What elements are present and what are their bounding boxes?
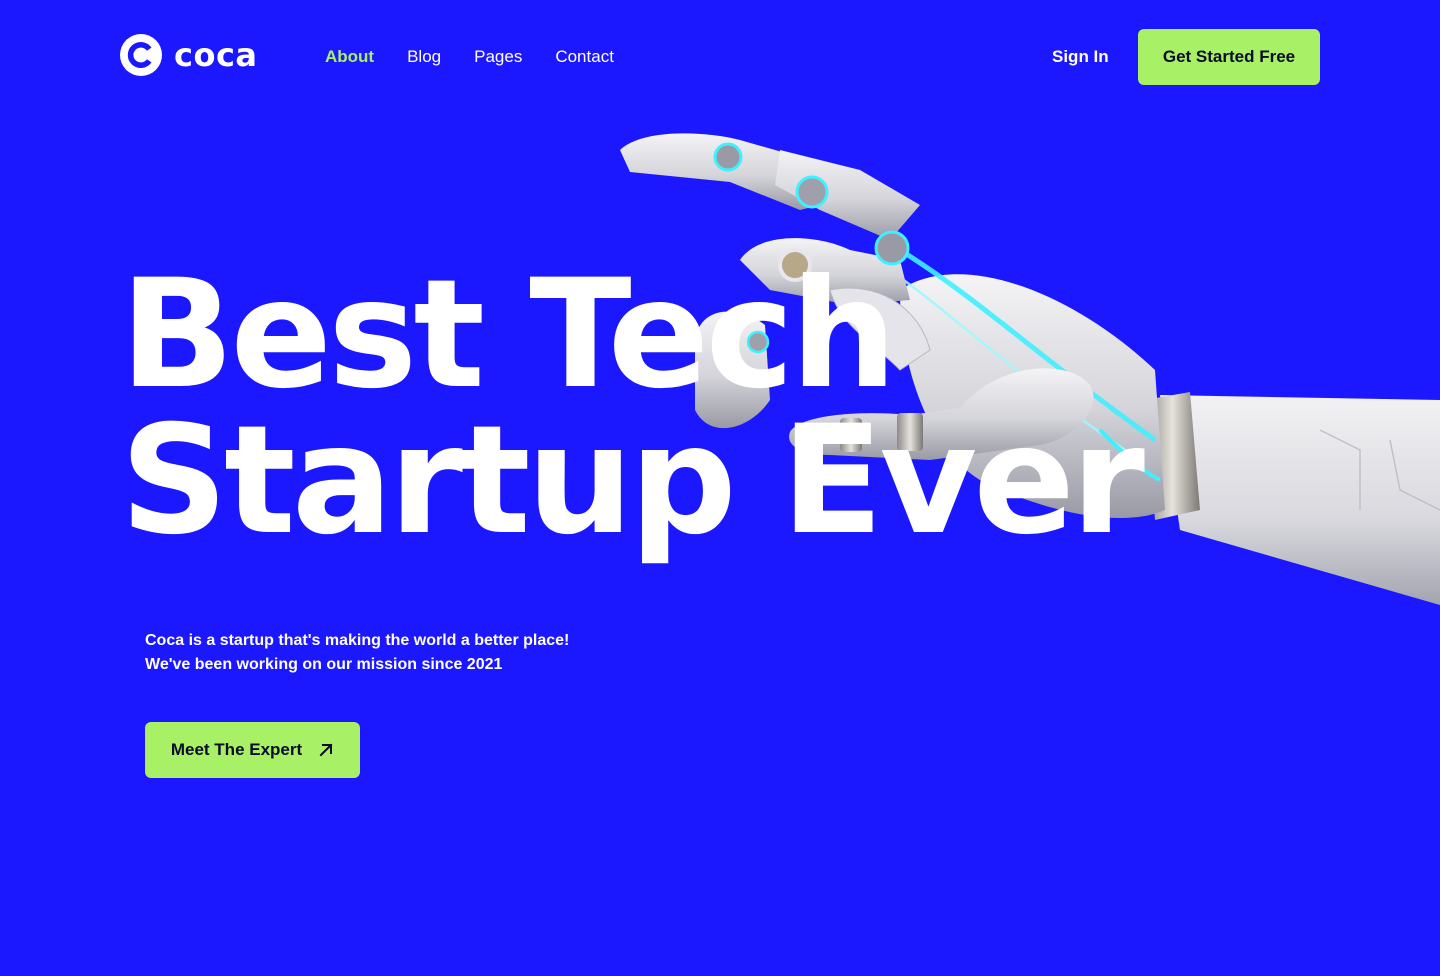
hero-subtitle-line-2: We've been working on our mission since …	[145, 656, 503, 673]
main-nav: About Blog Pages Contact	[325, 46, 614, 68]
meet-the-expert-label: Meet The Expert	[170, 740, 303, 759]
hero-title: Best Tech Startup Ever	[120, 248, 1145, 568]
arrow-up-right-icon	[319, 743, 333, 757]
nav-link-about[interactable]: About	[325, 46, 374, 68]
meet-the-expert-button[interactable]: Meet The Expert	[145, 722, 360, 778]
c-logo-icon	[120, 34, 162, 76]
sign-in-link[interactable]: Sign In	[1052, 46, 1109, 68]
get-started-button[interactable]: Get Started Free	[1138, 29, 1320, 85]
nav-link-contact[interactable]: Contact	[555, 46, 614, 68]
hero-title-line-2: Startup Ever	[120, 394, 1145, 568]
hero-subtitle-line-1: Coca is a startup that's making the worl…	[145, 632, 570, 649]
nav-link-blog[interactable]: Blog	[407, 46, 441, 68]
landing-page: coca About Blog Pages Contact Sign In Ge…	[0, 0, 1440, 976]
hero-title-line-1: Best Tech	[120, 248, 897, 422]
brand-logo[interactable]: coca	[120, 34, 258, 76]
nav-link-pages[interactable]: Pages	[474, 46, 522, 68]
brand-name: coca	[174, 36, 258, 74]
hero-subtitle: Coca is a startup that's making the worl…	[145, 629, 569, 677]
